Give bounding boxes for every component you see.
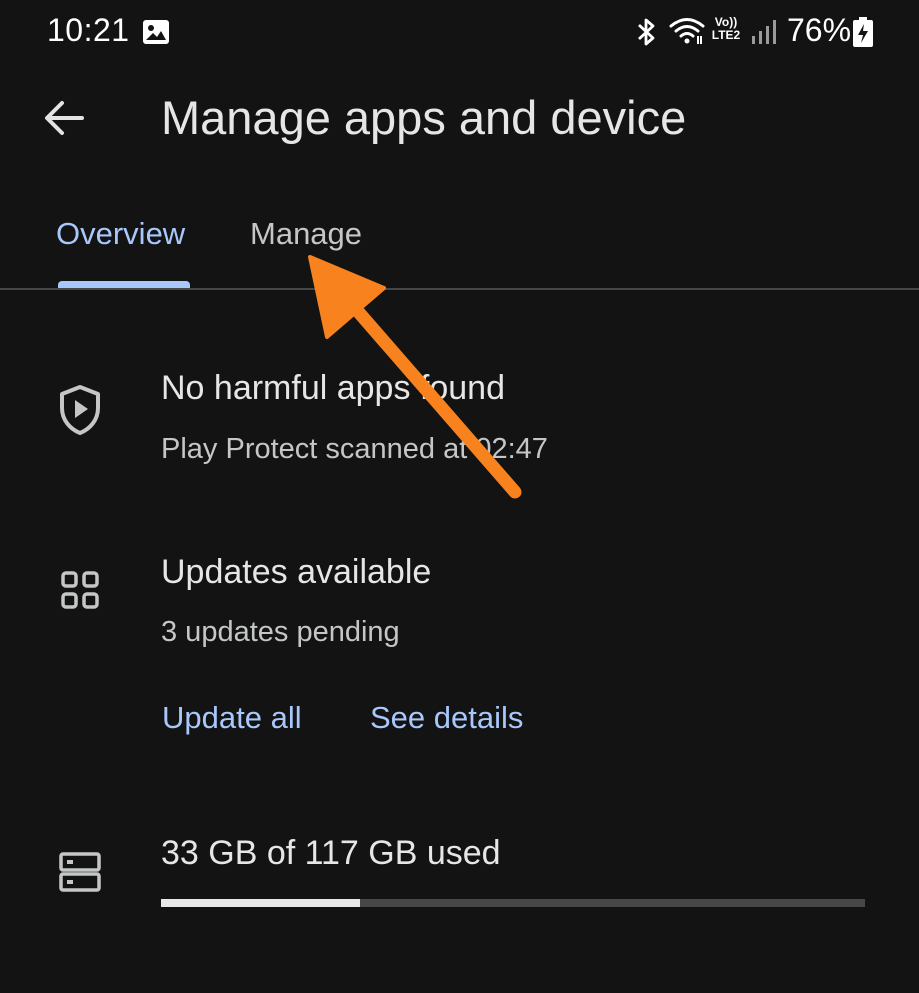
tab-divider bbox=[0, 288, 919, 290]
see-details-button[interactable]: See details bbox=[370, 700, 523, 736]
storage-label: 33 GB of 117 GB used bbox=[161, 834, 501, 872]
storage-progress-fill bbox=[161, 899, 360, 907]
network-badge: Vo)) LTE2 bbox=[706, 16, 746, 42]
arrow-back-icon bbox=[44, 98, 84, 143]
back-button[interactable] bbox=[36, 92, 92, 148]
wifi-icon bbox=[668, 16, 706, 51]
updates-title: Updates available bbox=[161, 553, 432, 591]
signal-icon bbox=[750, 18, 778, 51]
gallery-icon bbox=[142, 18, 170, 46]
tab-manage[interactable]: Manage bbox=[250, 216, 362, 252]
play-protect-subtitle: Play Protect scanned at 02:47 bbox=[161, 433, 548, 465]
bluetooth-icon bbox=[634, 16, 660, 53]
apps-grid-icon bbox=[56, 566, 104, 614]
page-title: Manage apps and device bbox=[161, 91, 687, 144]
battery-charging-icon bbox=[852, 16, 874, 53]
shield-play-icon bbox=[56, 385, 104, 435]
update-all-button[interactable]: Update all bbox=[162, 700, 302, 736]
manage-apps-screen: 10:21 Vo)) LTE2 76% Manage apps and devi… bbox=[0, 0, 919, 993]
tab-overview[interactable]: Overview bbox=[56, 216, 185, 252]
updates-subtitle: 3 updates pending bbox=[161, 616, 400, 648]
status-bar: 10:21 Vo)) LTE2 76% bbox=[0, 0, 919, 64]
storage-progress-bar bbox=[161, 899, 865, 907]
lte-label: LTE2 bbox=[711, 28, 741, 42]
storage-icon bbox=[56, 848, 104, 896]
battery-percent: 76% bbox=[787, 12, 852, 48]
status-time: 10:21 bbox=[47, 12, 130, 48]
play-protect-title: No harmful apps found bbox=[161, 369, 505, 407]
tab-selected-indicator bbox=[58, 281, 190, 288]
